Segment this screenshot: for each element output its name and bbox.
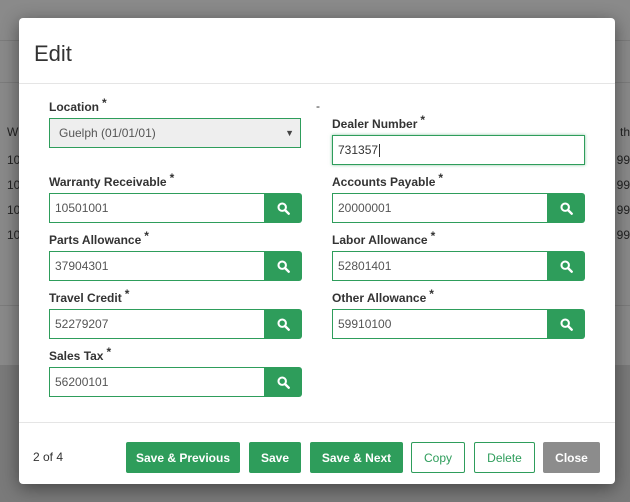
accounts-payable-input[interactable]: 20000001 bbox=[332, 193, 548, 223]
labor-allowance-field: Labor Allowance * 52801401 bbox=[332, 229, 585, 283]
background-text: 99 bbox=[616, 178, 630, 192]
background-text: 99 bbox=[616, 228, 630, 242]
accounts-payable-value: 20000001 bbox=[338, 201, 392, 215]
search-icon bbox=[276, 201, 290, 215]
travel-credit-search-button[interactable] bbox=[264, 309, 302, 339]
required-marker: * bbox=[144, 229, 149, 243]
sales-tax-input[interactable]: 56200101 bbox=[49, 367, 265, 397]
search-icon bbox=[559, 317, 573, 331]
background-text: W bbox=[7, 125, 19, 139]
warranty-receivable-label: Warranty Receivable bbox=[49, 175, 167, 189]
labor-allowance-value: 52801401 bbox=[338, 259, 392, 273]
modal-header: Edit bbox=[19, 18, 615, 84]
parts-allowance-input[interactable]: 37904301 bbox=[49, 251, 265, 281]
labor-allowance-input[interactable]: 52801401 bbox=[332, 251, 548, 281]
dealer-number-label: Dealer Number bbox=[332, 117, 418, 131]
background-text: th bbox=[619, 125, 630, 139]
parts-allowance-field: Parts Allowance * 37904301 bbox=[49, 229, 302, 283]
location-field: Location * Guelph (01/01/01) ▼ bbox=[49, 96, 301, 150]
edit-modal: Edit - Location * Guelph (01/01/01) ▼ Dea… bbox=[19, 18, 615, 484]
warranty-receivable-value: 10501001 bbox=[55, 201, 109, 215]
dealer-number-input[interactable]: 731357 bbox=[332, 135, 585, 165]
search-icon bbox=[276, 375, 290, 389]
close-button[interactable]: Close bbox=[543, 442, 600, 473]
required-marker: * bbox=[106, 345, 112, 359]
required-marker: * bbox=[438, 171, 444, 185]
parts-allowance-search-button[interactable] bbox=[264, 251, 302, 281]
search-icon bbox=[559, 259, 573, 273]
labor-allowance-search-button[interactable] bbox=[547, 251, 585, 281]
save-button[interactable]: Save bbox=[249, 442, 301, 473]
other-allowance-search-button[interactable] bbox=[547, 309, 585, 339]
modal-title: Edit bbox=[34, 41, 72, 66]
background-text: 99 bbox=[616, 203, 630, 217]
caret-down-icon: ▼ bbox=[285, 128, 294, 138]
background-text: 99 bbox=[616, 153, 630, 167]
labor-allowance-label: Labor Allowance bbox=[332, 233, 428, 247]
travel-credit-field: Travel Credit * 52279207 bbox=[49, 287, 302, 341]
location-select[interactable]: Guelph (01/01/01) ▼ bbox=[49, 118, 301, 148]
sales-tax-value: 56200101 bbox=[55, 375, 109, 389]
accounts-payable-field: Accounts Payable * 20000001 bbox=[332, 171, 585, 225]
other-allowance-field: Other Allowance * 59910100 bbox=[332, 287, 585, 341]
page-counter: 2 of 4 bbox=[33, 450, 64, 464]
dealer-number-field: Dealer Number * 731357 bbox=[332, 113, 585, 167]
location-label: Location bbox=[49, 100, 99, 114]
required-marker: * bbox=[420, 113, 426, 127]
parts-allowance-value: 37904301 bbox=[55, 259, 109, 273]
copy-button[interactable]: Copy bbox=[411, 442, 465, 473]
dealer-number-value: 731357 bbox=[338, 143, 379, 157]
sales-tax-label: Sales Tax bbox=[49, 349, 104, 363]
search-icon bbox=[276, 259, 290, 273]
warranty-receivable-field: Warranty Receivable * 10501001 bbox=[49, 171, 302, 225]
warranty-receivable-input[interactable]: 10501001 bbox=[49, 193, 265, 223]
text-cursor bbox=[379, 144, 381, 158]
other-allowance-input[interactable]: 59910100 bbox=[332, 309, 548, 339]
search-icon bbox=[559, 201, 573, 215]
required-marker: * bbox=[169, 171, 175, 185]
travel-credit-value: 52279207 bbox=[55, 317, 109, 331]
separator-dash: - bbox=[316, 99, 320, 113]
travel-credit-input[interactable]: 52279207 bbox=[49, 309, 265, 339]
warranty-receivable-search-button[interactable] bbox=[264, 193, 302, 223]
required-marker: * bbox=[430, 229, 436, 243]
other-allowance-label: Other Allowance bbox=[332, 291, 427, 305]
sales-tax-search-button[interactable] bbox=[264, 367, 302, 397]
modal-footer: 2 of 4 Save & Previous Save Save & Next … bbox=[19, 422, 615, 484]
other-allowance-value: 59910100 bbox=[338, 317, 392, 331]
accounts-payable-label: Accounts Payable bbox=[332, 175, 436, 189]
required-marker: * bbox=[124, 287, 130, 301]
location-selected-value: Guelph (01/01/01) bbox=[59, 126, 156, 140]
save-previous-button[interactable]: Save & Previous bbox=[126, 442, 240, 473]
sales-tax-field: Sales Tax * 56200101 bbox=[49, 345, 302, 399]
required-marker: * bbox=[102, 96, 107, 110]
search-icon bbox=[276, 317, 290, 331]
accounts-payable-search-button[interactable] bbox=[547, 193, 585, 223]
required-marker: * bbox=[429, 287, 434, 301]
delete-button[interactable]: Delete bbox=[474, 442, 535, 473]
travel-credit-label: Travel Credit bbox=[49, 291, 122, 305]
save-next-button[interactable]: Save & Next bbox=[310, 442, 403, 473]
parts-allowance-label: Parts Allowance bbox=[49, 233, 142, 247]
